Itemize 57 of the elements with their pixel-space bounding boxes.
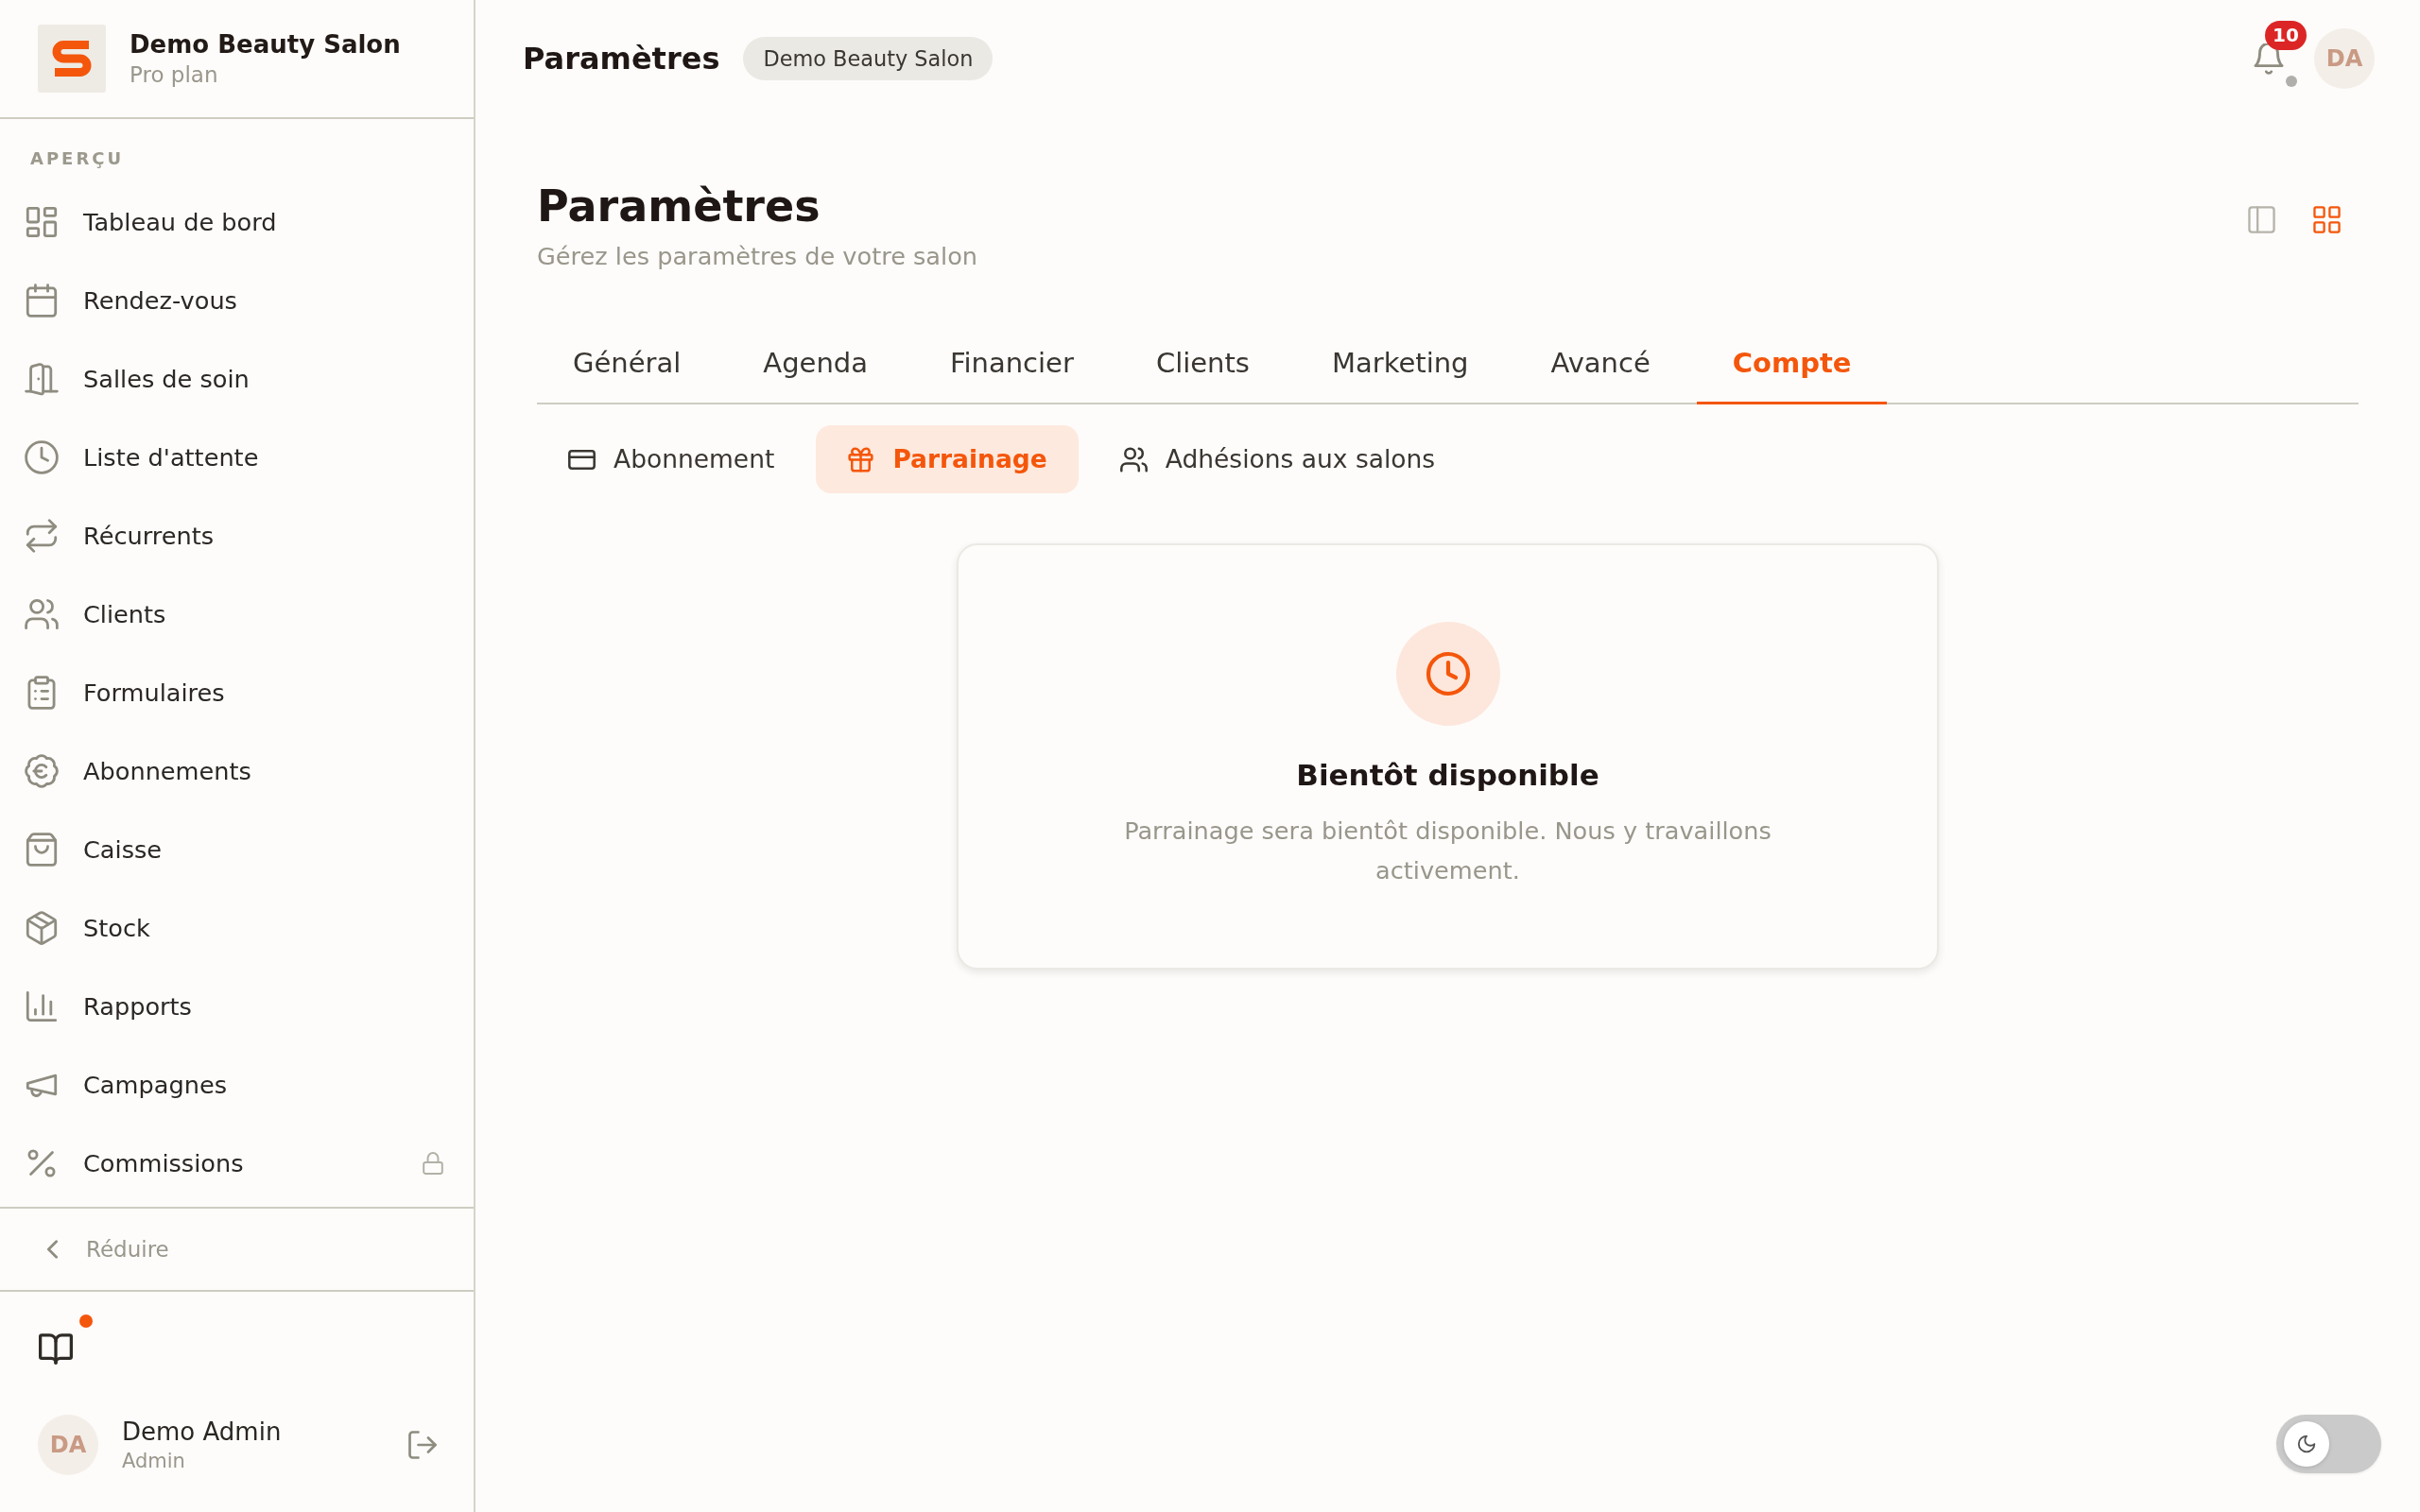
tab[interactable]: Avancé (1514, 321, 1686, 404)
sidebar-item[interactable]: Clients (0, 575, 474, 653)
sidebar-item[interactable]: Campagnes (0, 1045, 474, 1124)
clock-icon (1395, 622, 1500, 726)
gift-icon (847, 446, 875, 472)
brand-name: Demo Beauty Salon (130, 29, 401, 60)
user-name: Demo Admin (122, 1417, 282, 1448)
repeat-icon (25, 518, 59, 553)
users-icon (25, 596, 59, 631)
sidebar-item[interactable]: Tableau de bord (0, 182, 474, 261)
plan-label: Pro plan (130, 61, 219, 89)
box-icon (25, 910, 59, 945)
bell-icon[interactable] (2254, 43, 2284, 75)
tab[interactable]: Agenda (727, 321, 904, 404)
door-icon (25, 361, 59, 396)
user-avatar: DA (38, 1415, 98, 1475)
notification-badge: 10 (2265, 20, 2307, 50)
bar-chart-icon (25, 988, 59, 1023)
tab[interactable]: Général (537, 321, 717, 404)
salon-badge: Demo Beauty Salon (743, 37, 994, 80)
sidebar-item[interactable]: Salles de soin (0, 339, 474, 418)
dashboard-icon (25, 204, 59, 239)
sidebar-item[interactable]: Liste d'attente (0, 418, 474, 496)
sub-tab[interactable]: Adhésions aux salons (1088, 425, 1467, 493)
sidebar-item[interactable]: Commissions (0, 1124, 474, 1202)
logo-icon (38, 25, 106, 93)
page-subtitle: Gérez les paramètres de votre salon (537, 241, 978, 272)
sidebar-item[interactable]: Rapports (0, 967, 474, 1045)
tab[interactable]: Financier (913, 321, 1110, 404)
sidebar-item[interactable]: Rendez-vous (0, 261, 474, 339)
page-heading: Paramètres (537, 180, 821, 233)
page-title: Paramètres (523, 41, 720, 77)
tab[interactable]: Clients (1119, 321, 1286, 404)
calendar-icon (25, 283, 59, 318)
sidebar-item[interactable]: Formulaires (0, 653, 474, 731)
sub-tab[interactable]: Abonnement (537, 425, 806, 493)
sidebar-item[interactable]: Stock (0, 888, 474, 967)
notice-message: Parrainage sera bientôt disponible. Nous y travaillons activement. (1123, 816, 1772, 886)
moon-icon (2284, 1421, 2329, 1467)
sidebar-item[interactable]: Abonnements (0, 731, 474, 810)
grid-icon (2312, 206, 2341, 233)
theme-toggle[interactable] (2276, 1415, 2381, 1473)
log-out-icon[interactable] (408, 1431, 437, 1459)
shopping-bag-icon (25, 832, 59, 867)
sidebar-item[interactable]: Caisse (0, 810, 474, 888)
status-dot-icon (2286, 75, 2297, 87)
notice-title: Bientôt disponible (1296, 757, 1599, 794)
book-icon[interactable] (39, 1333, 73, 1365)
euro-badge-icon (25, 753, 59, 788)
user-role: Admin (122, 1449, 186, 1474)
section-label: APERÇU (29, 147, 125, 170)
panel-left-icon (2247, 206, 2275, 233)
chevron-left-icon (47, 1240, 58, 1259)
sidebar-item[interactable]: Récurrents (0, 496, 474, 575)
clock-icon (25, 439, 59, 474)
tab[interactable]: Marketing (1295, 321, 1505, 404)
users-icon (1119, 446, 1148, 472)
